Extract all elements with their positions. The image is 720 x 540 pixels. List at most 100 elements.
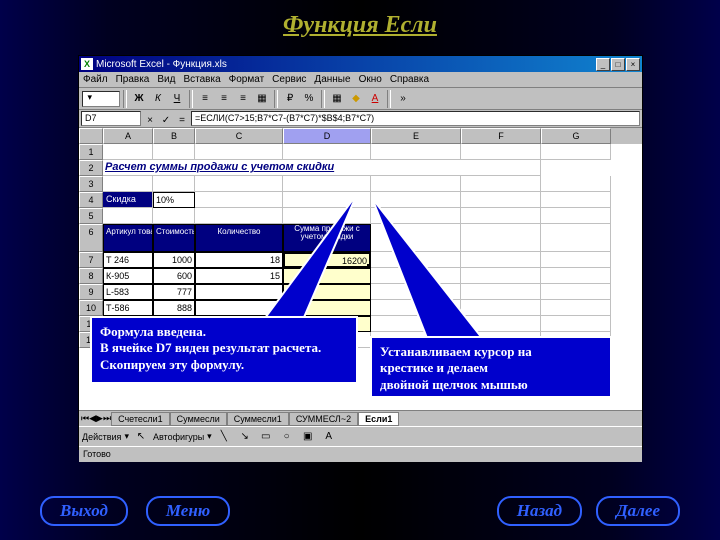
row-header[interactable]: 9 [79,284,103,300]
align-right-button[interactable]: ≡ [234,90,252,108]
menu-button[interactable]: Меню [146,496,230,526]
drawing-toolbar: Действия▾ ↖ Автофигуры▾ ╲ ↘ ▭ ○ ▣ A [79,426,642,446]
menu-data[interactable]: Данные [314,74,350,85]
col-header[interactable]: C [195,128,283,144]
discount-value: 10% [153,192,195,208]
name-box[interactable]: D7 [81,111,141,126]
draw-actions-menu[interactable]: Действия [82,432,121,442]
formula-input[interactable]: =ЕСЛИ(C7>15;B7*C7-(B7*C7)*$B$4;B7*C7) [191,111,640,126]
col-header[interactable]: D [283,128,371,144]
table-header: Стоимость [153,224,195,252]
rect-icon[interactable]: ▭ [257,428,275,446]
menu-window[interactable]: Окно [359,74,382,85]
back-button[interactable]: Назад [497,496,582,526]
fx-cancel-icon[interactable]: × [143,112,157,126]
sheet-tab[interactable]: Суммесли1 [227,412,289,426]
cell[interactable]: 777 [153,284,195,300]
window-titlebar: X Microsoft Excel - Функция.xls _ □ × [79,56,642,72]
sheet-tabs: ⏮ ◀ ▶ ⏭ Счетесли1 Суммесли Суммесли1 СУМ… [79,410,642,426]
menu-file[interactable]: Файл [83,74,108,85]
sheet-tab-active[interactable]: Если1 [358,412,399,426]
callout-pointer [242,194,362,324]
menu-tools[interactable]: Сервис [272,74,306,85]
col-header[interactable]: A [103,128,153,144]
underline-button[interactable]: Ч [168,90,186,108]
font-color-button[interactable]: A [366,90,384,108]
autoshapes-menu[interactable]: Автофигуры [153,432,204,442]
formula-bar: D7 × ✓ = =ЕСЛИ(C7>15;B7*C7-(B7*C7)*$B$4;… [79,110,642,128]
currency-button[interactable]: ₽ [281,90,299,108]
align-left-button[interactable]: ≡ [196,90,214,108]
fill-color-button[interactable]: ◆ [347,90,365,108]
sheet-tab[interactable]: Суммесли [170,412,227,426]
more-button[interactable]: » [394,90,412,108]
cell[interactable]: К-905 [103,268,153,284]
merge-button[interactable]: ▦ [253,90,271,108]
row-header[interactable]: 1 [79,144,103,160]
col-header[interactable]: B [153,128,195,144]
menu-bar: Файл Правка Вид Вставка Формат Сервис Да… [79,72,642,88]
cell[interactable]: 1000 [153,252,195,268]
row-header[interactable]: 4 [79,192,103,208]
arrow-icon[interactable]: ↘ [236,428,254,446]
row-header[interactable]: 2 [79,160,103,176]
fx-icon[interactable]: = [175,112,189,126]
italic-button[interactable]: К [149,90,167,108]
format-toolbar: ▾ Ж К Ч ≡ ≡ ≡ ▦ ₽ % ▦ ◆ A » [79,88,642,110]
sheet-tab[interactable]: СУММЕСЛ~2 [289,412,358,426]
row-header[interactable]: 7 [79,252,103,268]
menu-insert[interactable]: Вставка [183,74,220,85]
tab-nav-first-icon[interactable]: ⏮ [81,413,89,424]
bold-button[interactable]: Ж [130,90,148,108]
border-button[interactable]: ▦ [328,90,346,108]
row-header[interactable]: 10 [79,300,103,316]
menu-help[interactable]: Справка [390,74,429,85]
select-objects-icon[interactable]: ↖ [132,428,150,446]
minimize-button[interactable]: _ [596,58,610,71]
percent-button[interactable]: % [300,90,318,108]
col-header[interactable]: F [461,128,541,144]
tab-nav-prev-icon[interactable]: ◀ [89,413,96,424]
row-header[interactable]: 5 [79,208,103,224]
col-header[interactable]: E [371,128,461,144]
font-size-select[interactable]: ▾ [82,91,120,107]
fill-handle[interactable] [367,264,371,268]
close-button[interactable]: × [626,58,640,71]
row-header[interactable]: 8 [79,268,103,284]
row-header[interactable]: 3 [79,176,103,192]
sheet-title: Расчет суммы продажи с учетом скидки [103,160,541,176]
select-all-corner[interactable] [79,128,103,144]
row-header[interactable]: 6 [79,224,103,252]
tab-nav-next-icon[interactable]: ▶ [96,413,103,424]
menu-view[interactable]: Вид [157,74,175,85]
cell[interactable]: Т 246 [103,252,153,268]
slide-title: Функция Если [0,0,720,47]
oval-icon[interactable]: ○ [278,428,296,446]
excel-app-icon: X [81,58,93,70]
wordart-icon[interactable]: A [320,428,338,446]
sheet-tab[interactable]: Счетесли1 [111,412,170,426]
discount-label: Скидка [103,192,153,208]
callout-pointer [372,198,502,343]
callout-double-click: Устанавливаем курсор на крестике и делае… [370,336,612,398]
menu-format[interactable]: Формат [229,74,265,85]
status-bar: Готово [79,446,642,462]
cell[interactable]: 888 [153,300,195,316]
next-button[interactable]: Далее [596,496,680,526]
menu-edit[interactable]: Правка [116,74,150,85]
col-header[interactable]: G [541,128,611,144]
maximize-button[interactable]: □ [611,58,625,71]
fx-confirm-icon[interactable]: ✓ [159,112,173,126]
line-icon[interactable]: ╲ [215,428,233,446]
table-header: Артикул товара [103,224,153,252]
window-title: Microsoft Excel - Функция.xls [96,59,596,70]
cell[interactable]: Т-586 [103,300,153,316]
cell[interactable]: L-583 [103,284,153,300]
align-center-button[interactable]: ≡ [215,90,233,108]
callout-formula-entered: Формула введена. В ячейке D7 виден резул… [90,316,358,384]
tab-nav-last-icon[interactable]: ⏭ [103,413,111,424]
nav-bar: Выход Меню Назад Далее [0,496,720,526]
textbox-icon[interactable]: ▣ [299,428,317,446]
exit-button[interactable]: Выход [40,496,128,526]
cell[interactable]: 600 [153,268,195,284]
